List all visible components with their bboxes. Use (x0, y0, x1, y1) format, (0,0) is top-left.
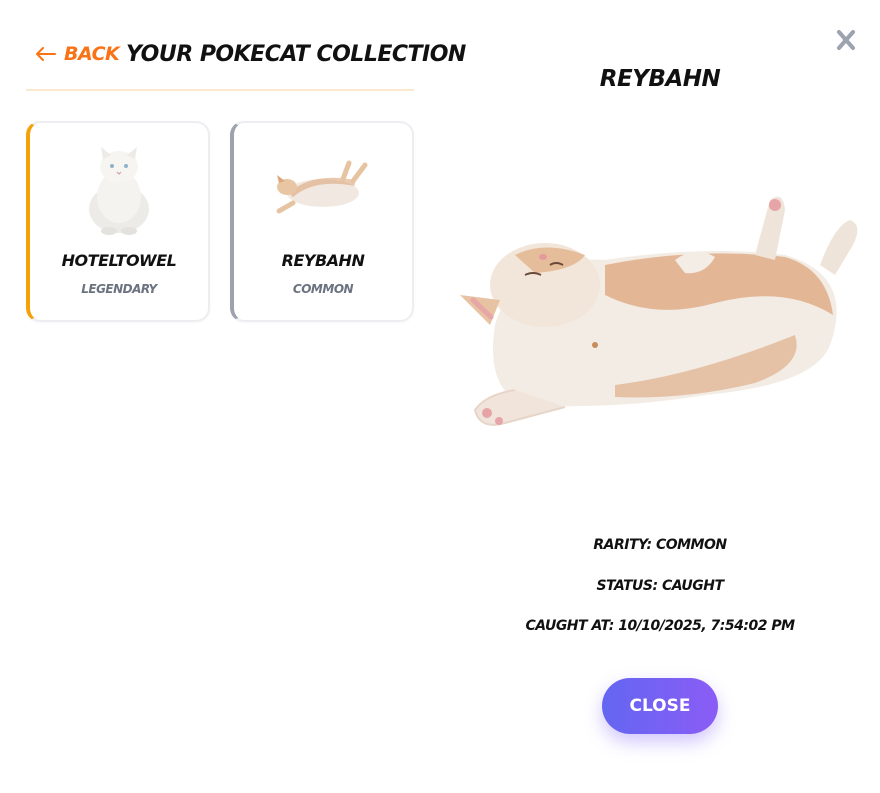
cat-card-reybahn[interactable]: Reybahn Common (230, 121, 414, 322)
back-label: Back (64, 43, 120, 65)
back-button[interactable]: Back (36, 43, 120, 65)
detail-title: Reybahn (599, 66, 721, 92)
orange-white-cat-image (234, 137, 412, 237)
page-title: Your Pokecat Collection (126, 42, 466, 67)
arrow-left-icon (36, 47, 56, 61)
status-info: Status: Caught (596, 578, 724, 594)
card-rarity: Legendary (81, 282, 157, 296)
card-name: Hoteltowel (61, 251, 177, 270)
white-persian-cat-image (30, 137, 208, 237)
card-rarity: Common (292, 282, 354, 296)
orange-white-cat-large-image (460, 196, 858, 426)
close-button[interactable]: Close (602, 678, 718, 734)
caught-at-info: Caught at: 10/10/2025, 7:54:02 PM (525, 618, 795, 634)
x-icon[interactable] (834, 28, 858, 52)
cat-card-hoteltowel[interactable]: Hoteltowel Legendary (26, 121, 210, 322)
card-name: Reybahn (281, 251, 365, 270)
collection-header: Back Your Pokecat Collection (26, 40, 466, 91)
rarity-info: Rarity: Common (593, 537, 727, 553)
